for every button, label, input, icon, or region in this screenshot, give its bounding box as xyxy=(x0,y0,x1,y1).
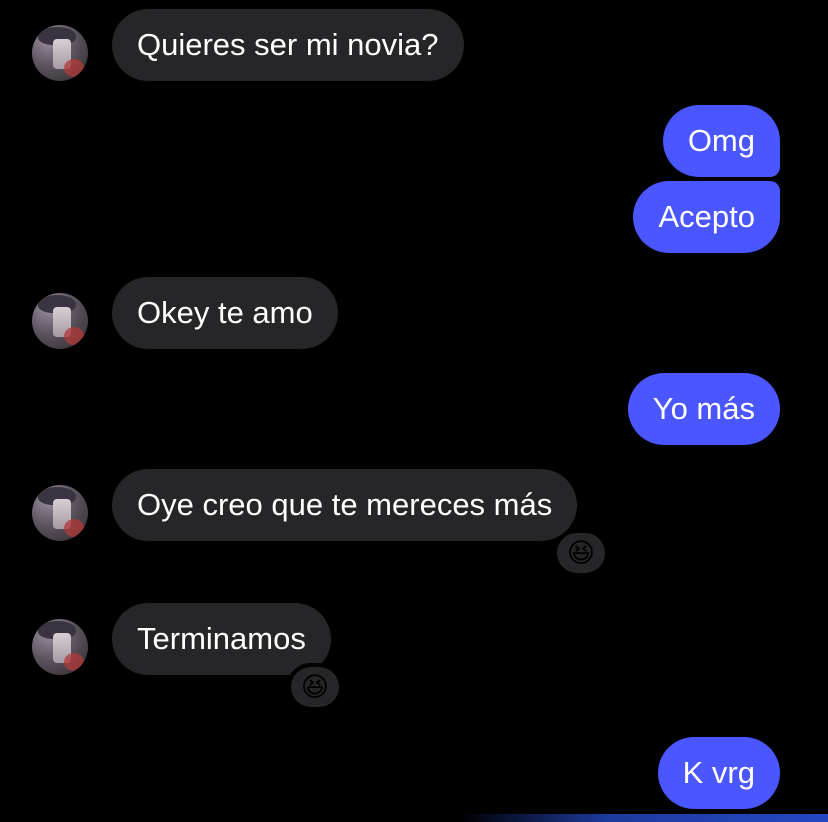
message-text: Oye creo que te mereces más xyxy=(137,487,553,522)
laughing-emoji-icon: 😆 xyxy=(566,537,596,568)
outgoing-message-bubble[interactable]: Yo más xyxy=(627,373,780,445)
bottom-edge-glow xyxy=(460,814,828,822)
message-text: Quieres ser mi novia? xyxy=(137,27,439,62)
reaction-badge[interactable]: 😆 xyxy=(287,663,343,711)
incoming-message-bubble[interactable]: Oye creo que te mereces más xyxy=(112,469,578,541)
contact-avatar[interactable] xyxy=(32,293,88,349)
incoming-message-bubble[interactable]: Okey te amo xyxy=(112,277,338,349)
incoming-message-bubble[interactable]: Terminamos xyxy=(112,603,331,675)
message-text: Terminamos xyxy=(137,621,306,656)
outgoing-message-bubble[interactable]: Acepto xyxy=(633,181,780,253)
message-text: Acepto xyxy=(658,199,755,234)
contact-avatar[interactable] xyxy=(32,485,88,541)
message-text: Yo más xyxy=(652,391,755,426)
reaction-badge[interactable]: 😆 xyxy=(553,529,609,577)
incoming-message-bubble[interactable]: Quieres ser mi novia? xyxy=(112,9,464,81)
contact-avatar[interactable] xyxy=(32,619,88,675)
message-text: Omg xyxy=(687,123,755,158)
chat-thread: Quieres ser mi novia? Omg Acepto Okey te… xyxy=(0,0,828,822)
outgoing-message-bubble[interactable]: Omg xyxy=(662,105,780,177)
message-text: K vrg xyxy=(682,755,755,790)
outgoing-message-bubble[interactable]: K vrg xyxy=(657,737,780,809)
contact-avatar[interactable] xyxy=(32,25,88,81)
laughing-emoji-icon: 😆 xyxy=(300,671,330,702)
message-text: Okey te amo xyxy=(137,295,313,330)
